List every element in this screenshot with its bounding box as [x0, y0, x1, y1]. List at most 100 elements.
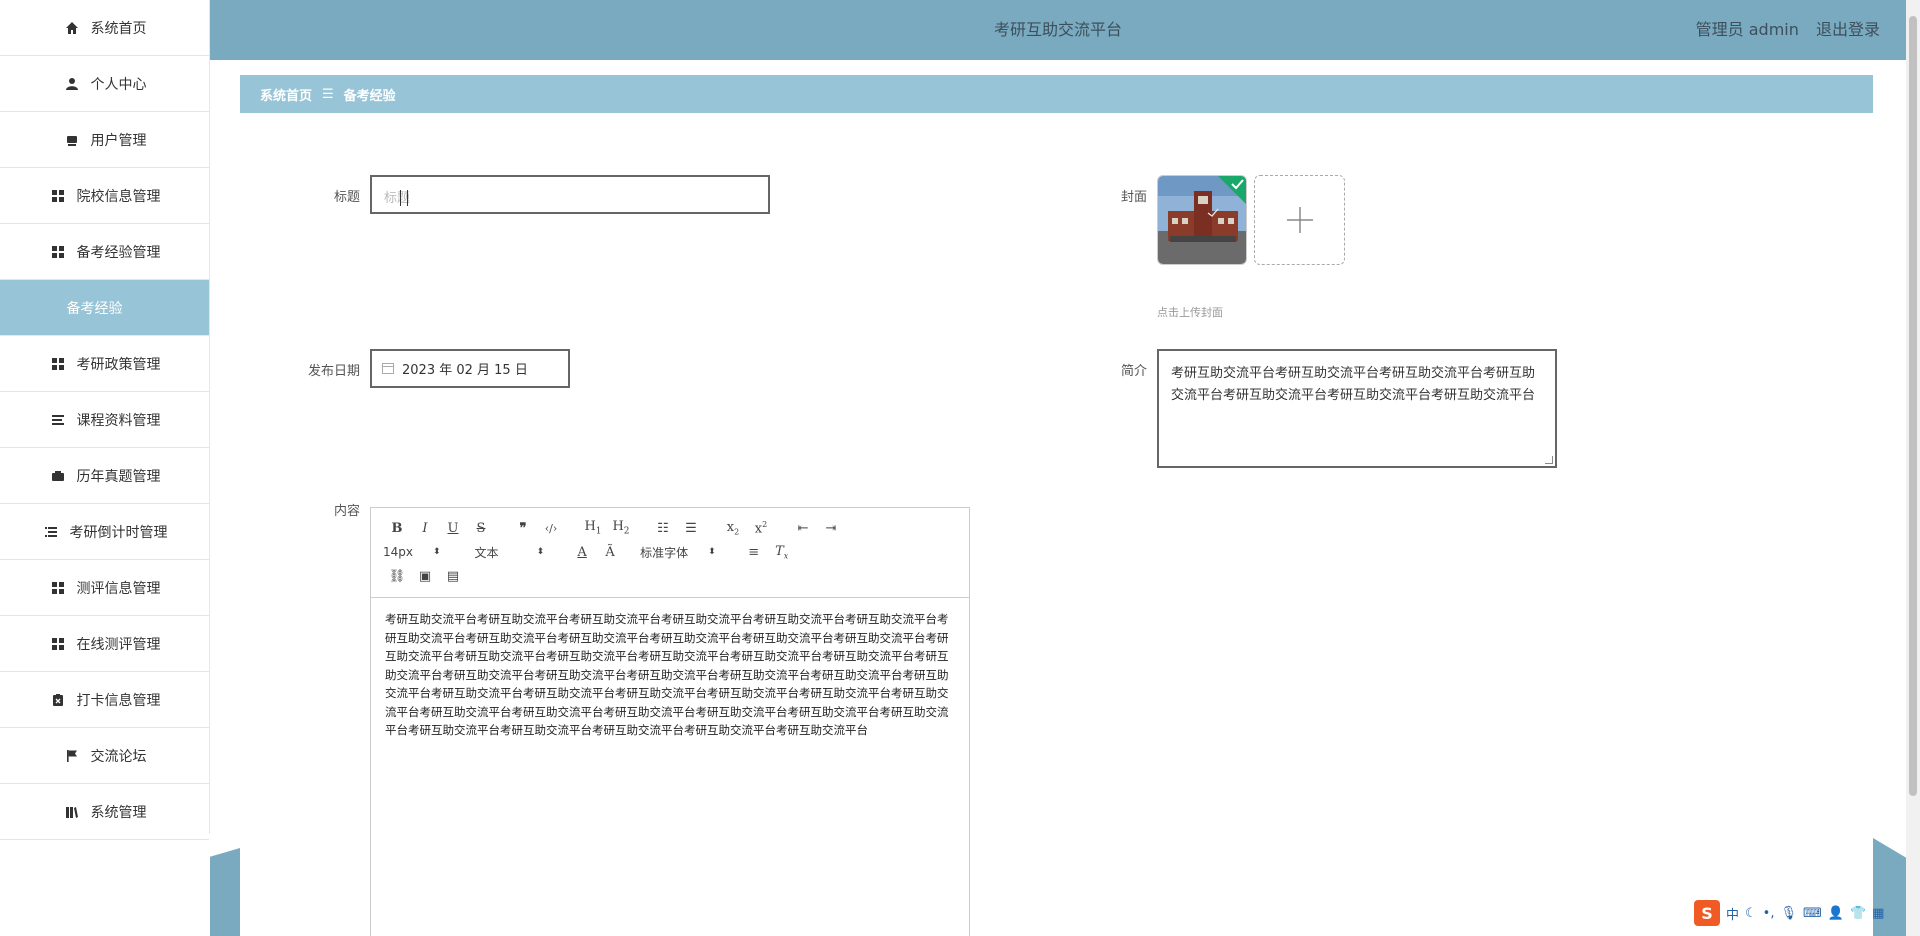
user-label: 管理员 admin — [1695, 20, 1799, 39]
person-icon[interactable]: 👤 — [1828, 906, 1844, 921]
sidebar-item-courses[interactable]: 课程资料管理 — [0, 392, 209, 448]
sidebar-item-label: 在线测评管理 — [76, 636, 161, 653]
shirt-icon[interactable]: 👕 — [1850, 906, 1866, 921]
sidebar-item-label: 测评信息管理 — [76, 580, 161, 597]
rich-text-editor: B I U S ❞ ‹/› H1 H2 ☷ ☰ x2 x2 ⇤ ⇥ 14px ⬍… — [370, 507, 970, 936]
sidebar-item-label: 备考经验管理 — [76, 244, 161, 261]
font-color-icon[interactable]: A — [568, 545, 596, 560]
sidebar-item-forum[interactable]: 交流论坛 — [0, 728, 209, 784]
sidebar-item-schools[interactable]: 院校信息管理 — [0, 168, 209, 224]
sidebar-item-assessment-info[interactable]: 测评信息管理 — [0, 560, 209, 616]
book-icon — [63, 803, 81, 821]
apps-grid-icon[interactable]: ▦ — [1872, 906, 1884, 921]
breadcrumb-home[interactable]: 系统首页 — [260, 85, 312, 104]
sidebar-item-users[interactable]: 用户管理 — [0, 112, 209, 168]
grid-icon — [49, 243, 67, 261]
indent-icon[interactable]: ⇥ — [817, 521, 845, 536]
text-cursor-icon — [400, 190, 408, 206]
background-color-icon[interactable]: Ã — [596, 545, 624, 560]
heading2-icon[interactable]: H2 — [607, 519, 635, 537]
calendar-icon — [382, 363, 394, 374]
page: 系统首页 个人中心 用户管理 院校信息管理 备考经验管理 备考经验 考研政策管理… — [0, 0, 1920, 936]
superscript-icon[interactable]: x2 — [747, 520, 775, 536]
sidebar-item-countdown[interactable]: 考研倒计时管理 — [0, 504, 209, 560]
image-icon[interactable]: ▣ — [411, 569, 439, 584]
user-icon — [63, 75, 81, 93]
code-icon[interactable]: ‹/› — [537, 522, 565, 535]
align-icon[interactable]: ≡ — [740, 545, 768, 560]
clear-format-icon[interactable]: Tx — [768, 544, 796, 561]
sidebar-item-system[interactable]: 系统管理 — [0, 784, 209, 840]
add-cover-button[interactable] — [1254, 175, 1345, 265]
video-icon[interactable]: ▤ — [439, 569, 467, 584]
clipboard-icon — [49, 691, 67, 709]
breadcrumb-current: 备考经验 — [343, 88, 396, 104]
ime-toolbar: S 中 ☾ •, 🎙 ⌨ 👤 👕 ▦ — [1694, 898, 1920, 928]
outdent-icon[interactable]: ⇤ — [789, 521, 817, 536]
sidebar-item-home[interactable]: 系统首页 — [0, 0, 209, 56]
flag-icon — [63, 747, 81, 765]
user-area: 管理员 admin 退出登录 — [1684, 0, 1880, 60]
list-indent-icon — [42, 523, 60, 541]
title-label: 标题 — [333, 190, 360, 205]
sidebar-item-label: 考研政策管理 — [76, 356, 161, 373]
logout-link[interactable]: 退出登录 — [1816, 20, 1880, 39]
grid-icon — [49, 187, 67, 205]
grid-icon — [49, 579, 67, 597]
cover-tip: 点击上传封面 — [1157, 306, 1223, 319]
bullet-list-icon[interactable]: ☰ — [677, 521, 705, 536]
sidebar-item-label: 考研倒计时管理 — [69, 524, 168, 541]
summary-textarea[interactable]: 考研互助交流平台考研互助交流平台考研互助交流平台考研互助交流平台考研互助交流平台… — [1157, 349, 1557, 468]
font-size-select[interactable]: 14px ⬍ — [383, 545, 441, 559]
punctuation-icon[interactable]: •, — [1763, 906, 1775, 921]
content-label: 内容 — [333, 504, 360, 519]
ordered-list-icon[interactable]: ☷ — [649, 521, 677, 536]
grid-icon — [49, 355, 67, 373]
editor-toolbar: B I U S ❞ ‹/› H1 H2 ☷ ☰ x2 x2 ⇤ ⇥ 14px ⬍… — [371, 508, 969, 598]
sidebar-item-label: 备考经验 — [66, 300, 123, 317]
sidebar-item-past-exams[interactable]: 历年真题管理 — [0, 448, 209, 504]
editor-content[interactable]: 考研互助交流平台考研互助交流平台考研互助交流平台考研互助交流平台考研互助交流平台… — [371, 598, 969, 752]
sidebar-item-policy[interactable]: 考研政策管理 — [0, 336, 209, 392]
breadcrumb: 系统首页 ☰ 备考经验 — [240, 75, 1873, 113]
resize-grip-icon[interactable] — [1545, 456, 1553, 464]
heading1-icon[interactable]: H1 — [579, 519, 607, 537]
sidebar-item-online-assessment[interactable]: 在线测评管理 — [0, 616, 209, 672]
font-family-select[interactable]: 标准字体 ⬍ — [640, 544, 716, 561]
sidebar-item-checkin[interactable]: 打卡信息管理 — [0, 672, 209, 728]
sidebar-item-profile[interactable]: 个人中心 — [0, 56, 209, 112]
sidebar-item-experience-mgmt[interactable]: 备考经验管理 — [0, 224, 209, 280]
summary-label: 简介 — [1120, 364, 1147, 379]
breadcrumb-separator: ☰ — [322, 86, 334, 102]
top-header: 考研互助交流平台 管理员 admin 退出登录 — [210, 0, 1906, 60]
quote-icon[interactable]: ❞ — [509, 521, 537, 536]
moon-icon[interactable]: ☾ — [1745, 906, 1757, 921]
home-icon — [63, 19, 81, 37]
italic-icon[interactable]: I — [411, 521, 439, 536]
scrollbar-thumb[interactable] — [1909, 16, 1917, 796]
page-scrollbar[interactable] — [1906, 0, 1920, 936]
summary-text: 考研互助交流平台考研互助交流平台考研互助交流平台考研互助交流平台考研互助交流平台… — [1171, 366, 1536, 403]
sidebar-item-label: 交流论坛 — [90, 748, 147, 765]
date-input[interactable]: 2023 年 02 月 15 日 — [370, 349, 570, 388]
bold-icon[interactable]: B — [383, 521, 411, 536]
sidebar-item-experience[interactable]: 备考经验 — [0, 280, 209, 336]
cover-thumbnail[interactable] — [1157, 175, 1247, 265]
title-input[interactable]: 标题 — [370, 175, 770, 214]
sidebar: 系统首页 个人中心 用户管理 院校信息管理 备考经验管理 备考经验 考研政策管理… — [0, 0, 210, 840]
ime-mode[interactable]: 中 — [1726, 904, 1739, 923]
sidebar-item-label: 打卡信息管理 — [76, 692, 161, 709]
subscript-icon[interactable]: x2 — [719, 520, 747, 537]
sidebar-item-label: 用户管理 — [90, 132, 147, 149]
sogou-logo-icon[interactable]: S — [1694, 900, 1720, 926]
strike-icon[interactable]: S — [467, 521, 495, 536]
underline-icon[interactable]: U — [439, 521, 467, 536]
sidebar-item-label: 院校信息管理 — [76, 188, 161, 205]
date-value: 2023 年 02 月 15 日 — [402, 363, 528, 378]
mic-icon[interactable]: 🎙 — [1780, 906, 1797, 921]
block-type-select[interactable]: 文本 ⬍ — [475, 544, 545, 561]
link-icon[interactable]: ⛓ — [383, 569, 411, 584]
keyboard-icon[interactable]: ⌨ — [1803, 906, 1822, 921]
sidebar-item-label: 历年真题管理 — [76, 468, 161, 485]
sidebar-item-label: 课程资料管理 — [76, 412, 161, 429]
